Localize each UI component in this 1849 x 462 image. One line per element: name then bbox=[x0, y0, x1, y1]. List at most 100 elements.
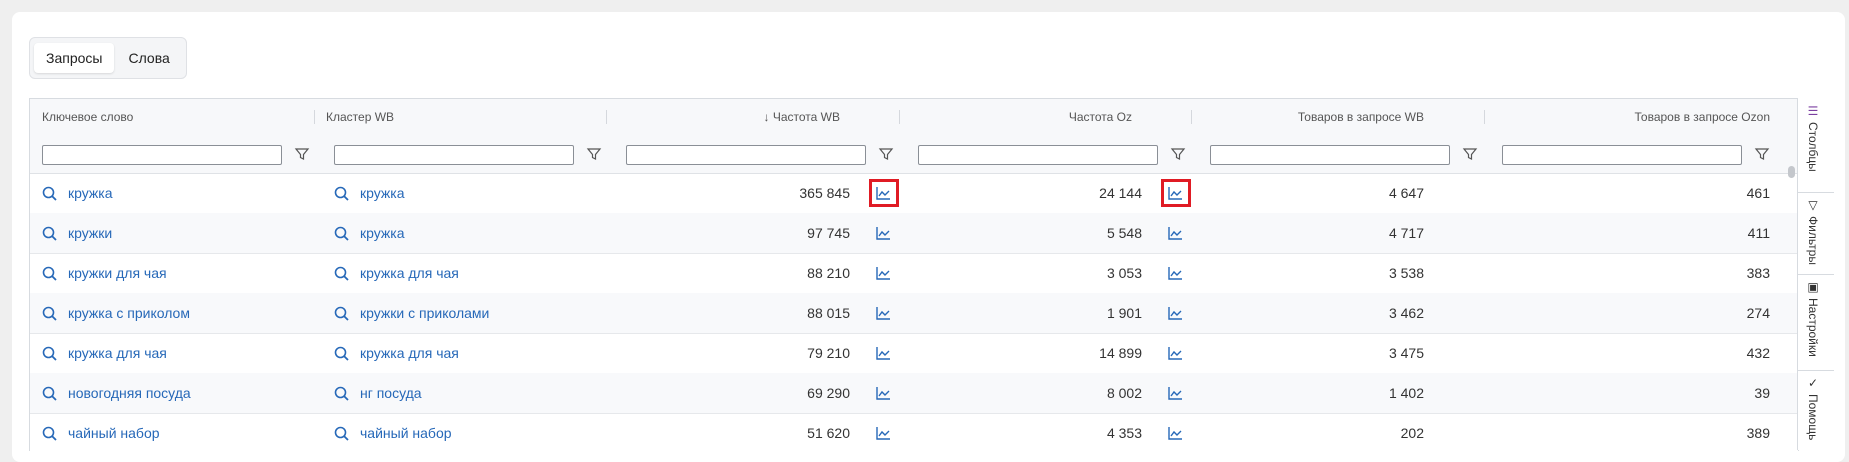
freq-wb-value: 79 210 bbox=[807, 345, 850, 361]
scrollbar[interactable] bbox=[1787, 172, 1795, 450]
filter-icon[interactable] bbox=[586, 146, 602, 162]
cluster-link[interactable]: кружка bbox=[360, 213, 405, 253]
filter-input-freq-wb[interactable] bbox=[626, 145, 866, 165]
table-row[interactable]: кружка для чая кружка для чая 79 210 14 899… bbox=[30, 333, 1798, 374]
col-header-freq-wb[interactable]: ↓ Частота WB bbox=[764, 99, 840, 135]
keyword-link[interactable]: кружка с приколом bbox=[68, 293, 190, 333]
search-icon[interactable] bbox=[334, 266, 349, 281]
cluster-link[interactable]: кружка для чая bbox=[360, 333, 459, 373]
keyword-link[interactable]: кружка для чая bbox=[68, 333, 167, 373]
keyword-link[interactable]: кружки bbox=[68, 213, 112, 253]
side-tab-columns[interactable]: ☰ Столбцы bbox=[1798, 98, 1834, 193]
check-icon: ✓ bbox=[1806, 376, 1820, 390]
col-header-goods-wb[interactable]: Товаров в запросе WB bbox=[1298, 99, 1424, 135]
side-tab-filters[interactable]: ▽ Фильтры bbox=[1798, 192, 1834, 275]
search-icon[interactable] bbox=[42, 226, 57, 241]
side-tab-settings[interactable]: ▣ Настройки bbox=[1798, 274, 1834, 371]
freq-oz-value: 14 899 bbox=[1099, 345, 1142, 361]
search-icon[interactable] bbox=[334, 346, 349, 361]
cluster-link[interactable]: кружки с приколами bbox=[360, 293, 489, 333]
filter-icon[interactable] bbox=[1462, 146, 1478, 162]
filter-input-freq-oz[interactable] bbox=[918, 145, 1158, 165]
keyword-link[interactable]: новогодняя посуда bbox=[68, 373, 191, 413]
chart-icon[interactable] bbox=[875, 426, 891, 441]
chart-icon[interactable] bbox=[1167, 386, 1183, 401]
tab-words[interactable]: Слова bbox=[116, 43, 181, 73]
tab-queries[interactable]: Запросы bbox=[34, 43, 115, 73]
search-icon[interactable] bbox=[42, 426, 57, 441]
cluster-link[interactable]: кружка для чая bbox=[360, 253, 459, 293]
search-icon[interactable] bbox=[42, 346, 57, 361]
col-header-goods-oz[interactable]: Товаров в запросе Ozon bbox=[1635, 99, 1770, 135]
freq-wb-value: 51 620 bbox=[807, 425, 850, 441]
table-row[interactable]: кружки кружка 97 745 5 548 4 717 411 bbox=[30, 213, 1798, 254]
col-resize-handle[interactable] bbox=[314, 110, 315, 124]
col-header-cluster-wb[interactable]: Кластер WB bbox=[326, 99, 394, 135]
settings-icon: ▣ bbox=[1806, 280, 1820, 294]
chart-icon[interactable] bbox=[875, 266, 891, 281]
search-icon[interactable] bbox=[42, 186, 57, 201]
chart-icon[interactable] bbox=[1167, 306, 1183, 321]
col-resize-handle[interactable] bbox=[1484, 110, 1485, 124]
col-header-keyword[interactable]: Ключевое слово bbox=[42, 99, 133, 135]
table-row[interactable]: чайный набор чайный набор 51 620 4 353 202 38… bbox=[30, 413, 1798, 451]
filter-input-keyword[interactable] bbox=[42, 145, 282, 165]
search-icon[interactable] bbox=[42, 306, 57, 321]
filter-icon[interactable] bbox=[1170, 146, 1186, 162]
filter-input-cluster[interactable] bbox=[334, 145, 574, 165]
filter-icon[interactable] bbox=[878, 146, 894, 162]
col-resize-handle[interactable] bbox=[1191, 110, 1192, 124]
table-row[interactable]: кружка с приколом кружки с приколами 88 01… bbox=[30, 293, 1798, 334]
goods-oz-value: 383 bbox=[1746, 265, 1770, 281]
chart-icon[interactable] bbox=[875, 346, 891, 361]
table-row[interactable]: кружки для чая кружка для чая 88 210 3 053 3… bbox=[30, 253, 1798, 294]
cluster-link[interactable]: чайный набор bbox=[360, 413, 452, 451]
scrollbar-thumb[interactable] bbox=[1788, 166, 1795, 178]
goods-wb-value: 4 647 bbox=[1388, 185, 1424, 201]
goods-oz-value: 39 bbox=[1754, 385, 1770, 401]
search-icon[interactable] bbox=[42, 386, 57, 401]
filter-input-goods-oz[interactable] bbox=[1502, 145, 1742, 165]
filter-icon[interactable] bbox=[1754, 146, 1770, 162]
search-icon[interactable] bbox=[334, 306, 349, 321]
goods-wb-value: 3 462 bbox=[1388, 305, 1424, 321]
goods-wb-value: 1 402 bbox=[1388, 385, 1424, 401]
cluster-link[interactable]: кружка bbox=[360, 173, 405, 213]
goods-oz-value: 274 bbox=[1746, 305, 1770, 321]
chart-icon[interactable] bbox=[875, 386, 891, 401]
chart-icon[interactable] bbox=[1167, 226, 1183, 241]
keyword-link[interactable]: кружка bbox=[68, 173, 113, 213]
chart-icon[interactable] bbox=[875, 226, 891, 241]
search-icon[interactable] bbox=[334, 426, 349, 441]
search-icon[interactable] bbox=[334, 186, 349, 201]
freq-oz-value: 1 901 bbox=[1106, 305, 1142, 321]
keywords-table: Ключевое слово Кластер WB ↓ Частота WB Ч… bbox=[29, 98, 1799, 451]
freq-oz-value: 5 548 bbox=[1106, 225, 1142, 241]
chart-icon[interactable] bbox=[1167, 426, 1183, 441]
keyword-link[interactable]: кружки для чая bbox=[68, 253, 167, 293]
keyword-link[interactable]: чайный набор bbox=[68, 413, 160, 451]
search-icon[interactable] bbox=[334, 226, 349, 241]
freq-wb-value: 88 210 bbox=[807, 265, 850, 281]
filter-icon[interactable] bbox=[294, 146, 310, 162]
filter-input-goods-wb[interactable] bbox=[1210, 145, 1450, 165]
table-row[interactable]: кружка кружка 365 845 24 144 4 647 461 bbox=[30, 173, 1798, 214]
goods-wb-value: 202 bbox=[1400, 425, 1424, 441]
chart-icon[interactable] bbox=[1167, 266, 1183, 281]
col-resize-handle[interactable] bbox=[899, 110, 900, 124]
col-header-freq-oz[interactable]: Частота Oz bbox=[1069, 99, 1132, 135]
search-icon[interactable] bbox=[42, 266, 57, 281]
col-resize-handle[interactable] bbox=[606, 110, 607, 124]
side-tab-label: Столбцы bbox=[1806, 122, 1820, 172]
goods-oz-value: 461 bbox=[1746, 185, 1770, 201]
cluster-link[interactable]: нг посуда bbox=[360, 373, 422, 413]
filter-icon: ▽ bbox=[1806, 198, 1820, 212]
side-tab-help[interactable]: ✓ Помощь bbox=[1798, 370, 1834, 450]
chart-icon[interactable] bbox=[875, 306, 891, 321]
search-icon[interactable] bbox=[334, 386, 349, 401]
table-row[interactable]: новогодняя посуда нг посуда 69 290 8 002 1 4… bbox=[30, 373, 1798, 414]
side-tab-label: Фильтры bbox=[1806, 216, 1820, 265]
goods-oz-value: 432 bbox=[1746, 345, 1770, 361]
chart-icon[interactable] bbox=[1167, 346, 1183, 361]
goods-wb-value: 3 475 bbox=[1388, 345, 1424, 361]
